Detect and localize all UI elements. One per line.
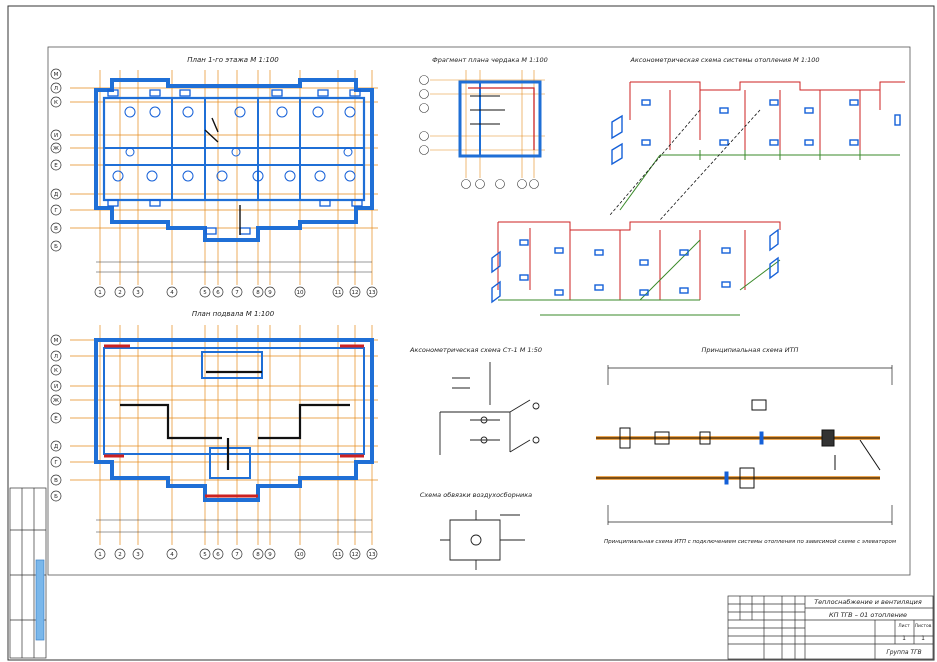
row-axis-label: В: [54, 226, 58, 232]
stamp-sheet-no: 1: [902, 635, 906, 642]
axonometric-heating-scheme: Аксонометрическая схема системы отоплени…: [491, 56, 905, 316]
col-axis-label: 10: [297, 552, 304, 558]
col-axis-label: 4: [170, 552, 174, 558]
sheet-border: [7, 5, 935, 661]
plan1-dimensions: [96, 261, 372, 273]
drawing-sheet: План 1-го этажа М 1:100 План подвала М 1…: [7, 5, 935, 661]
axon-title: Аксонометрическая схема системы отоплени…: [629, 56, 819, 64]
air-scheme-title: Схема обвязки воздухосборника: [420, 491, 532, 499]
plan1-row-axes: [50, 68, 62, 252]
col-axis-label: 12: [352, 552, 359, 558]
row-axis-label: В: [54, 478, 58, 484]
plan-basement-title: План подвала М 1:100: [192, 310, 275, 318]
row-axis-label: М: [54, 72, 59, 78]
col-axis-label: 11: [335, 552, 342, 558]
row-axis-label: Д: [54, 444, 59, 450]
plan2-grid: [70, 325, 378, 545]
plan1-walls: [94, 78, 374, 242]
col-axis-label: 13: [369, 552, 376, 558]
axonometric-st-scheme: Аксонометрическая схема Ст-1 М 1:50: [409, 346, 542, 455]
col-axis-label: 2: [118, 290, 122, 296]
col-axis-label: 6: [216, 290, 220, 296]
col-axis-label: 7: [235, 552, 239, 558]
col-axis-label: 9: [268, 290, 272, 296]
plan2-window-marks: [104, 344, 364, 498]
heat-unit-scheme: Принципиальная схема ИТП Принципиальная …: [596, 346, 896, 545]
col-axis-label: 5: [203, 552, 207, 558]
row-axis-label: Д: [54, 192, 59, 198]
plan2-mains: [120, 370, 350, 470]
stamp-sheets-total: 1: [921, 635, 925, 642]
col-axis-label: 10: [297, 290, 304, 296]
row-axis-label: И: [54, 133, 58, 139]
col-axis-label: 1: [98, 290, 102, 296]
col-axis-label: 7: [235, 290, 239, 296]
row-axis-label: Е: [54, 163, 58, 169]
attic-title: Фрагмент плана чердака М 1:100: [432, 56, 548, 64]
stamp-sheet-label: Лист: [898, 623, 910, 629]
row-axis-label: И: [54, 384, 58, 390]
heat-unit-note: Принципиальная схема ИТП с подключением …: [604, 539, 896, 545]
plan1-pipes: [204, 117, 241, 235]
col-axis-label: 13: [369, 290, 376, 296]
col-axis-label: 11: [335, 290, 342, 296]
row-axis-label: Л: [54, 86, 58, 92]
stamp-org: Группа ТГВ: [886, 649, 921, 656]
col-axis-label: 3: [136, 552, 140, 558]
col-axis-label: 1: [98, 552, 102, 558]
air-collector-scheme: Схема обвязки воздухосборника: [420, 491, 532, 570]
row-axis-label: М: [54, 338, 59, 344]
col-axis-label: 8: [256, 552, 260, 558]
heat-unit-title: Принципиальная схема ИТП: [702, 346, 799, 354]
row-axis-label: К: [54, 100, 58, 106]
row-axis-label: Е: [54, 416, 58, 422]
axon-st-title: Аксонометрическая схема Ст-1 М 1:50: [409, 346, 542, 354]
stamp-title: Теплоснабжение и вентиляция: [814, 598, 922, 606]
stamp-sheets-label: Листов: [915, 623, 932, 629]
row-axis-label: К: [54, 368, 58, 374]
col-axis-label: 12: [352, 290, 359, 296]
plan1-room-marks: [112, 106, 356, 182]
row-axis-label: Ж: [53, 146, 59, 152]
col-axis-label: 2: [118, 552, 122, 558]
row-axis-label: Л: [54, 354, 58, 360]
plan-typical-floor: План 1-го этажа М 1:100: [50, 56, 378, 298]
col-axis-label: 6: [216, 552, 220, 558]
row-axis-label: Ж: [53, 398, 59, 404]
col-axis-label: 8: [256, 290, 260, 296]
row-axis-label: Б: [54, 494, 58, 500]
col-axis-label: 3: [136, 290, 140, 296]
col-axis-label: 4: [170, 290, 174, 296]
plan2-walls: [94, 338, 374, 502]
col-axis-label: 5: [203, 290, 207, 296]
col-axis-label: 9: [268, 552, 272, 558]
attic-fragment-plan: Фрагмент плана чердака М 1:100: [419, 56, 548, 189]
plan-typical-title: План 1-го этажа М 1:100: [187, 56, 279, 64]
plan1-grid: [70, 70, 378, 285]
plan-basement: План подвала М 1:100: [50, 310, 378, 560]
row-axis-label: Б: [54, 244, 58, 250]
stamp-subtitle: КП ТГВ – 01 отопление: [829, 611, 907, 619]
side-stamp: [9, 487, 47, 659]
plan2-dimensions: [96, 519, 372, 533]
